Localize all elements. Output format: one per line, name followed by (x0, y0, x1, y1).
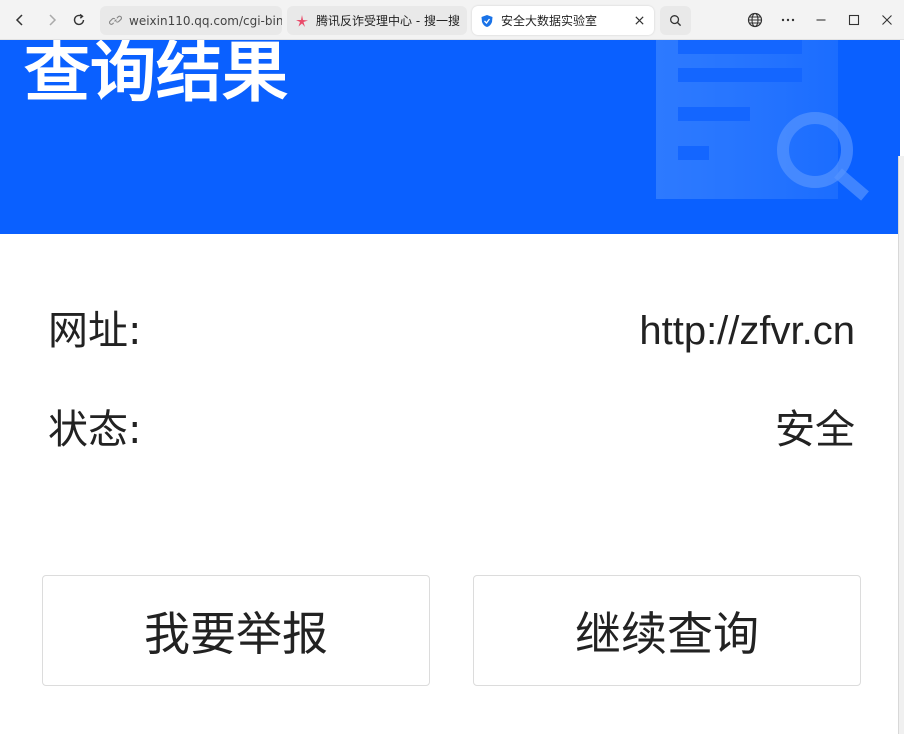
status-row: 状态: 安全 (48, 405, 855, 455)
forward-arrow-icon (49, 14, 57, 26)
hero-banner: 查询结果 (0, 40, 900, 234)
address-text: weixin110.qq.com/cgi-bin (129, 13, 282, 28)
document-search-icon (656, 40, 869, 201)
url-value: http://zfvr.cn (639, 309, 855, 353)
tab-label: 安全大数据实验室 (501, 14, 598, 28)
forward-button[interactable] (40, 8, 64, 32)
close-icon (634, 15, 644, 25)
more-menu-button[interactable] (777, 9, 799, 31)
window-close-button[interactable] (876, 9, 898, 31)
status-value: 安全 (775, 407, 855, 453)
minimize-icon (816, 19, 826, 21)
scrollbar[interactable] (898, 156, 904, 734)
minimize-button[interactable] (810, 9, 832, 31)
browser-toolbar: weixin110.qq.com/cgi-bin 腾讯反诈受理中心 - 搜一搜 … (0, 0, 904, 40)
reload-button[interactable] (67, 8, 91, 32)
reload-icon (73, 13, 85, 26)
globe-button[interactable] (744, 9, 766, 31)
report-button[interactable]: 我要举报 (42, 575, 430, 686)
url-row: 网址: http://zfvr.cn (48, 306, 855, 356)
tab-label: 腾讯反诈受理中心 - 搜一搜 (316, 14, 460, 28)
star-pinwheel-icon (295, 14, 309, 28)
back-arrow-icon (15, 14, 23, 26)
globe-icon (747, 12, 763, 28)
status-label: 状态: (48, 407, 142, 453)
maximize-button[interactable] (843, 9, 865, 31)
close-icon (882, 15, 892, 25)
address-bar[interactable]: weixin110.qq.com/cgi-bin (100, 6, 282, 35)
close-tab-button[interactable] (632, 13, 646, 27)
more-dots-icon (781, 18, 795, 22)
tab-fanzha[interactable]: 腾讯反诈受理中心 - 搜一搜 (287, 6, 467, 35)
maximize-icon (848, 14, 860, 26)
shield-icon (480, 14, 494, 28)
search-icon (670, 15, 682, 27)
page-title: 查询结果 (24, 40, 288, 111)
back-button[interactable] (8, 8, 32, 32)
continue-query-button[interactable]: 继续查询 (473, 575, 861, 686)
tab-security-lab[interactable]: 安全大数据实验室 (472, 6, 654, 35)
url-label: 网址: (48, 308, 142, 354)
link-icon (108, 14, 122, 28)
search-tabs-button[interactable] (660, 6, 691, 35)
